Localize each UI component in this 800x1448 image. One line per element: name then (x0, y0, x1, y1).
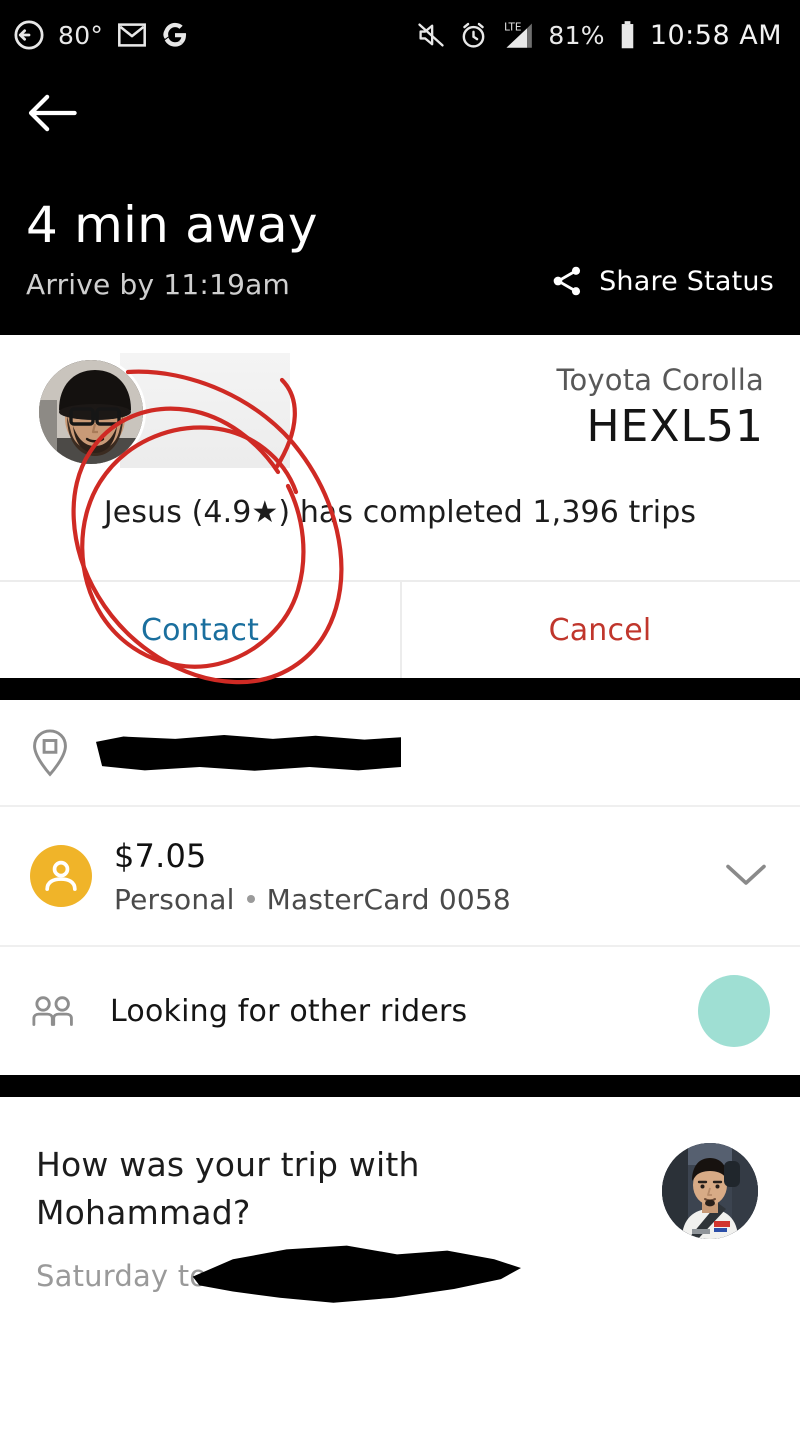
clock-label: 10:58 AM (650, 20, 782, 51)
back-button[interactable] (26, 70, 774, 138)
payment-row[interactable]: $7.05 Personal MasterCard 0058 (0, 805, 800, 945)
payment-method-row: Personal MasterCard 0058 (114, 883, 511, 916)
cancel-button[interactable]: Cancel (400, 582, 800, 678)
vehicle-info: Toyota Corolla HEXL51 (557, 363, 765, 452)
share-status-button[interactable]: Share Status (549, 263, 774, 301)
map-pin-icon (30, 728, 92, 778)
status-bar-left: 80° (14, 20, 189, 50)
contact-button[interactable]: Contact (0, 582, 400, 678)
driver-top: Toyota Corolla HEXL51 (0, 335, 800, 490)
payment-profile-label: Personal (114, 883, 235, 916)
share-icon (549, 263, 585, 299)
vehicle-model-label: Toyota Corolla (557, 363, 765, 397)
svg-text:LTE: LTE (505, 21, 522, 33)
driver-trips-text: Jesus (4.9★) has completed 1,396 trips (0, 495, 800, 530)
section-separator-top (0, 678, 800, 700)
person-circle-icon (30, 845, 92, 907)
payment-separator-dot (247, 895, 255, 903)
action-divider (400, 582, 402, 678)
chevron-down-icon (722, 859, 770, 889)
driver-action-row: Contact Cancel (0, 580, 800, 678)
battery-icon (618, 20, 637, 50)
past-driver-avatar[interactable] (662, 1143, 758, 1239)
eta-label: 4 min away (26, 199, 774, 252)
pool-status-label: Looking for other riders (110, 994, 467, 1029)
battery-percent-label: 81% (548, 21, 604, 50)
trip-feedback-subtitle: Saturday to (36, 1259, 764, 1293)
arrive-row: Arrive by 11:19am Share Status (26, 263, 774, 301)
section-separator-bottom (0, 1075, 800, 1097)
trip-header: 4 min away Arrive by 11:19am Share Statu… (0, 70, 800, 335)
trip-feedback-question: How was your trip with Mohammad? (36, 1141, 506, 1237)
pool-status-row[interactable]: Looking for other riders (0, 945, 800, 1075)
past-driver-photo (662, 1143, 758, 1239)
lte-signal-icon: LTE (501, 20, 535, 50)
destination-address-redacted (96, 734, 401, 772)
destination-row[interactable] (0, 700, 800, 805)
payment-expand-button[interactable] (722, 859, 770, 893)
fare-amount-label: $7.05 (114, 837, 511, 875)
header-bottom: 4 min away Arrive by 11:19am Share Statu… (26, 199, 774, 302)
status-bar: 80° (0, 0, 800, 70)
arrive-by-label: Arrive by 11:19am (26, 268, 290, 301)
back-arrow-icon (26, 92, 78, 134)
pool-status-indicator (698, 975, 770, 1047)
google-icon (161, 21, 189, 49)
payment-card-label: MasterCard 0058 (267, 883, 511, 916)
temperature-label: 80° (58, 21, 103, 50)
payment-info: $7.05 Personal MasterCard 0058 (114, 837, 511, 916)
two-people-icon (30, 994, 92, 1028)
share-status-label: Share Status (599, 266, 774, 297)
driver-card: Toyota Corolla HEXL51 Jesus (4.9★) has c… (0, 335, 800, 580)
trip-details-section: $7.05 Personal MasterCard 0058 (0, 700, 800, 1075)
mute-icon (416, 21, 446, 49)
trip-feedback-redacted (186, 1241, 521, 1303)
trip-feedback-date-label: Saturday to (36, 1259, 207, 1293)
uber-trip-screen: 80° (0, 0, 800, 1448)
alarm-icon (459, 21, 488, 50)
status-bar-right: LTE 81% 10:58 AM (416, 20, 782, 51)
driver-avatar[interactable] (36, 357, 146, 467)
license-plate-label: HEXL51 (557, 401, 765, 452)
gmail-icon (117, 21, 147, 49)
trip-feedback-card[interactable]: How was your trip with Mohammad? Saturda… (0, 1097, 800, 1340)
uber-icon (14, 20, 44, 50)
